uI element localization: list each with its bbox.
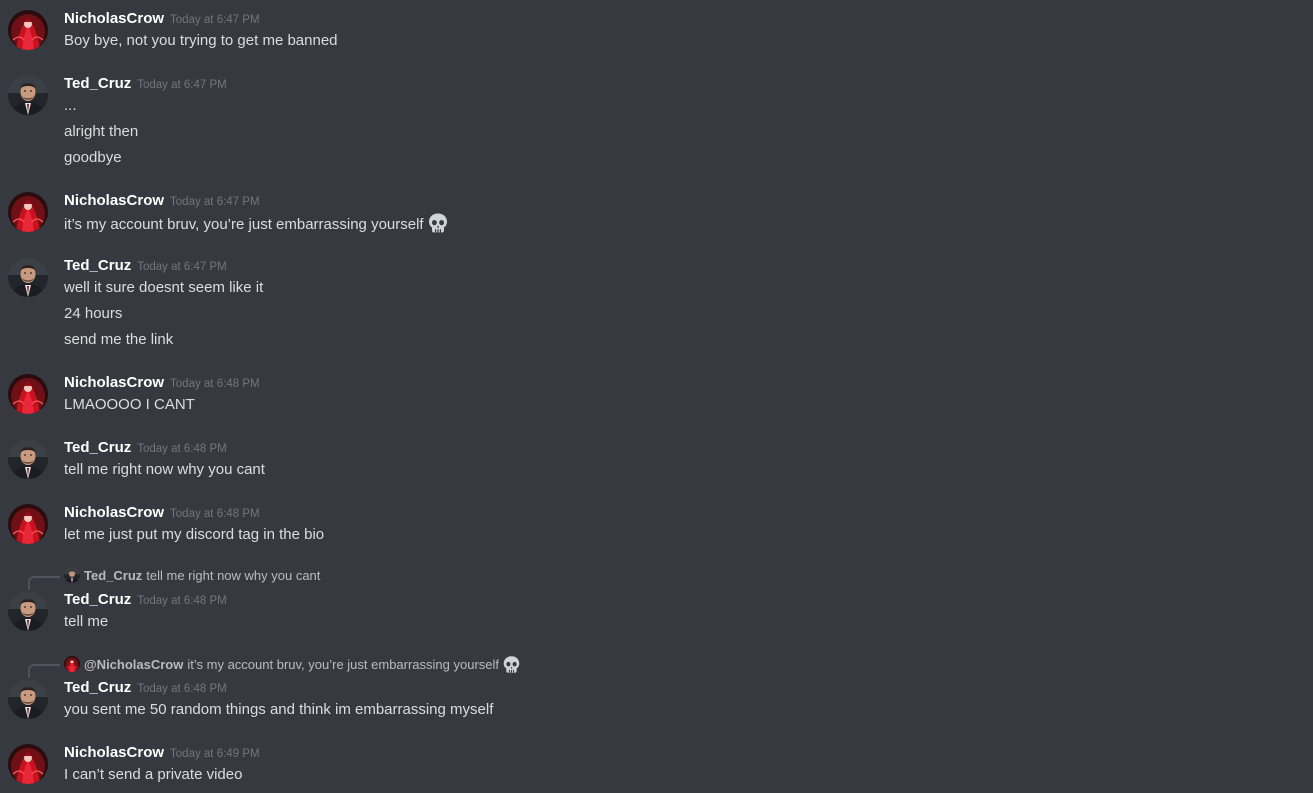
timestamp: Today at 6:47 PM (170, 14, 260, 26)
message-header: Ted_Cruz Today at 6:47 PM (64, 73, 227, 95)
reply-author[interactable]: @NicholasCrow (84, 657, 183, 672)
message-header: NicholasCrow Today at 6:48 PM (64, 502, 260, 524)
username[interactable]: Ted_Cruz (64, 75, 131, 92)
reply-spine (28, 664, 60, 678)
message-text: send me the link (64, 331, 174, 348)
message-text: let me just put my discord tag in the bi… (64, 526, 325, 543)
reply-preview[interactable]: @NicholasCrow it’s my account bruv, you’r… (64, 655, 521, 673)
timestamp: Today at 6:48 PM (137, 443, 227, 455)
timestamp: Today at 6:48 PM (170, 378, 260, 390)
avatar-ted-cruz[interactable] (8, 591, 48, 631)
message-text: ... (64, 97, 77, 114)
timestamp: Today at 6:48 PM (137, 683, 227, 695)
message-text: Boy bye, not you trying to get me banned (64, 32, 338, 49)
reply-text[interactable]: tell me right now why you cant (146, 568, 320, 583)
message-header: Ted_Cruz Today at 6:48 PM (64, 437, 227, 459)
avatar-nicholascrow[interactable] (8, 744, 48, 784)
reply-spine (28, 576, 60, 590)
message-header: Ted_Cruz Today at 6:48 PM (64, 589, 227, 611)
username[interactable]: Ted_Cruz (64, 439, 131, 456)
message-text: well it sure doesnt seem like it (64, 279, 264, 296)
username[interactable]: NicholasCrow (64, 374, 164, 391)
username[interactable]: Ted_Cruz (64, 591, 131, 608)
reply-avatar (64, 567, 80, 583)
message-text: it’s my account bruv, you’re just embarr… (64, 212, 449, 236)
message-text-content: it’s my account bruv, you’re just embarr… (64, 216, 424, 233)
message-header: NicholasCrow Today at 6:48 PM (64, 372, 260, 394)
message-header: Ted_Cruz Today at 6:48 PM (64, 677, 227, 699)
timestamp: Today at 6:49 PM (170, 748, 260, 760)
reply-preview[interactable]: Ted_Cruz tell me right now why you cant (64, 567, 320, 585)
message-text: tell me right now why you cant (64, 461, 265, 478)
message-text: LMAOOOO I CANT (64, 396, 195, 413)
reply-avatar (64, 656, 80, 672)
avatar-nicholascrow[interactable] (8, 192, 48, 232)
avatar-ted-cruz[interactable] (8, 679, 48, 719)
timestamp: Today at 6:47 PM (170, 196, 260, 208)
username[interactable]: NicholasCrow (64, 504, 164, 521)
message-text: you sent me 50 random things and think i… (64, 701, 494, 718)
timestamp: Today at 6:48 PM (137, 595, 227, 607)
message-header: NicholasCrow Today at 6:47 PM (64, 8, 260, 30)
message-header: NicholasCrow Today at 6:49 PM (64, 742, 260, 764)
message-text: goodbye (64, 149, 122, 166)
reply-text[interactable]: it’s my account bruv, you’re just embarr… (187, 657, 499, 672)
username[interactable]: Ted_Cruz (64, 679, 131, 696)
skull-emoji-icon (502, 655, 521, 674)
username[interactable]: Ted_Cruz (64, 257, 131, 274)
avatar-nicholascrow[interactable] (8, 374, 48, 414)
message-text: I can’t send a private video (64, 766, 243, 783)
message-header: NicholasCrow Today at 6:47 PM (64, 190, 260, 212)
timestamp: Today at 6:48 PM (170, 508, 260, 520)
username[interactable]: NicholasCrow (64, 10, 164, 27)
avatar-ted-cruz[interactable] (8, 75, 48, 115)
skull-emoji-icon (427, 212, 449, 234)
timestamp: Today at 6:47 PM (137, 261, 227, 273)
message-text: 24 hours (64, 305, 123, 322)
avatar-ted-cruz[interactable] (8, 257, 48, 297)
message-text: tell me (64, 613, 109, 630)
username[interactable]: NicholasCrow (64, 744, 164, 761)
avatar-ted-cruz[interactable] (8, 439, 48, 479)
chat-messages-area[interactable]: NicholasCrow Today at 6:47 PM Boy bye, no… (0, 0, 1313, 793)
username[interactable]: NicholasCrow (64, 192, 164, 209)
message-text: alright then (64, 123, 139, 140)
avatar-nicholascrow[interactable] (8, 10, 48, 50)
avatar-nicholascrow[interactable] (8, 504, 48, 544)
timestamp: Today at 6:47 PM (137, 79, 227, 91)
reply-author[interactable]: Ted_Cruz (84, 568, 142, 583)
message-header: Ted_Cruz Today at 6:47 PM (64, 255, 227, 277)
